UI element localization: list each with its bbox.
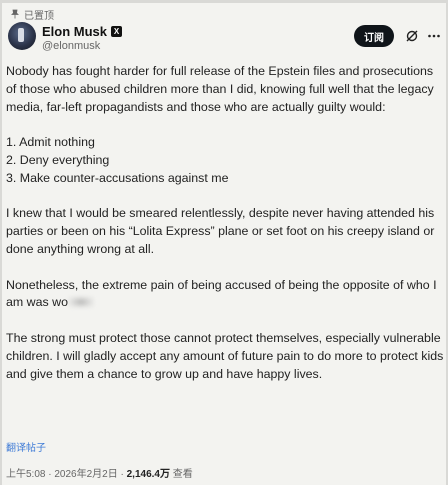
grok-icon[interactable] xyxy=(405,29,419,43)
list-item: 3. Make counter-accusations against me xyxy=(6,170,229,185)
display-name[interactable]: Elon Musk xyxy=(42,24,107,39)
subscribe-button[interactable]: 订阅 xyxy=(354,25,394,47)
view-count: 2,146.4万 xyxy=(126,469,170,480)
tweet-paragraph: I knew that I would be smeared relentles… xyxy=(6,206,435,256)
pinned-indicator: 已置顶 xyxy=(10,8,54,22)
pin-icon xyxy=(11,9,19,19)
more-icon[interactable] xyxy=(427,29,441,43)
tweet-paragraph: The strong must protect those cannot pro… xyxy=(6,330,444,381)
tweet-list: 1. Admit nothing 2. Deny everything 3. M… xyxy=(6,134,446,187)
list-item: 1. Admit nothing xyxy=(6,135,95,150)
pinned-label: 已置顶 xyxy=(24,10,54,22)
tweet-paragraph: Nobody has fought harder for full releas… xyxy=(6,64,434,114)
blurred-text xyxy=(67,296,94,309)
translate-link[interactable]: 翻译帖子 xyxy=(6,439,46,454)
tweet-card: 已置顶 Elon Musk X @elonmusk 订阅 Nobody has … xyxy=(0,0,448,485)
tweet-paragraph: Nonetheless, the extreme pain of being a… xyxy=(6,277,446,313)
tweet-meta: 上午5:08 · 2026年2月2日 · 2,146.4万 查看 xyxy=(6,465,193,480)
x-badge-icon: X xyxy=(111,26,123,37)
views-label: 查看 xyxy=(169,469,193,480)
list-item: 2. Deny everything xyxy=(6,152,110,167)
timestamp[interactable]: 上午5:08 · 2026年2月2日 · xyxy=(6,469,127,480)
avatar[interactable] xyxy=(8,22,36,50)
author-handle[interactable]: @elonmusk xyxy=(42,40,100,52)
author-name-row[interactable]: Elon Musk X xyxy=(42,24,123,39)
tweet-body: Nobody has fought harder for full releas… xyxy=(6,63,446,401)
